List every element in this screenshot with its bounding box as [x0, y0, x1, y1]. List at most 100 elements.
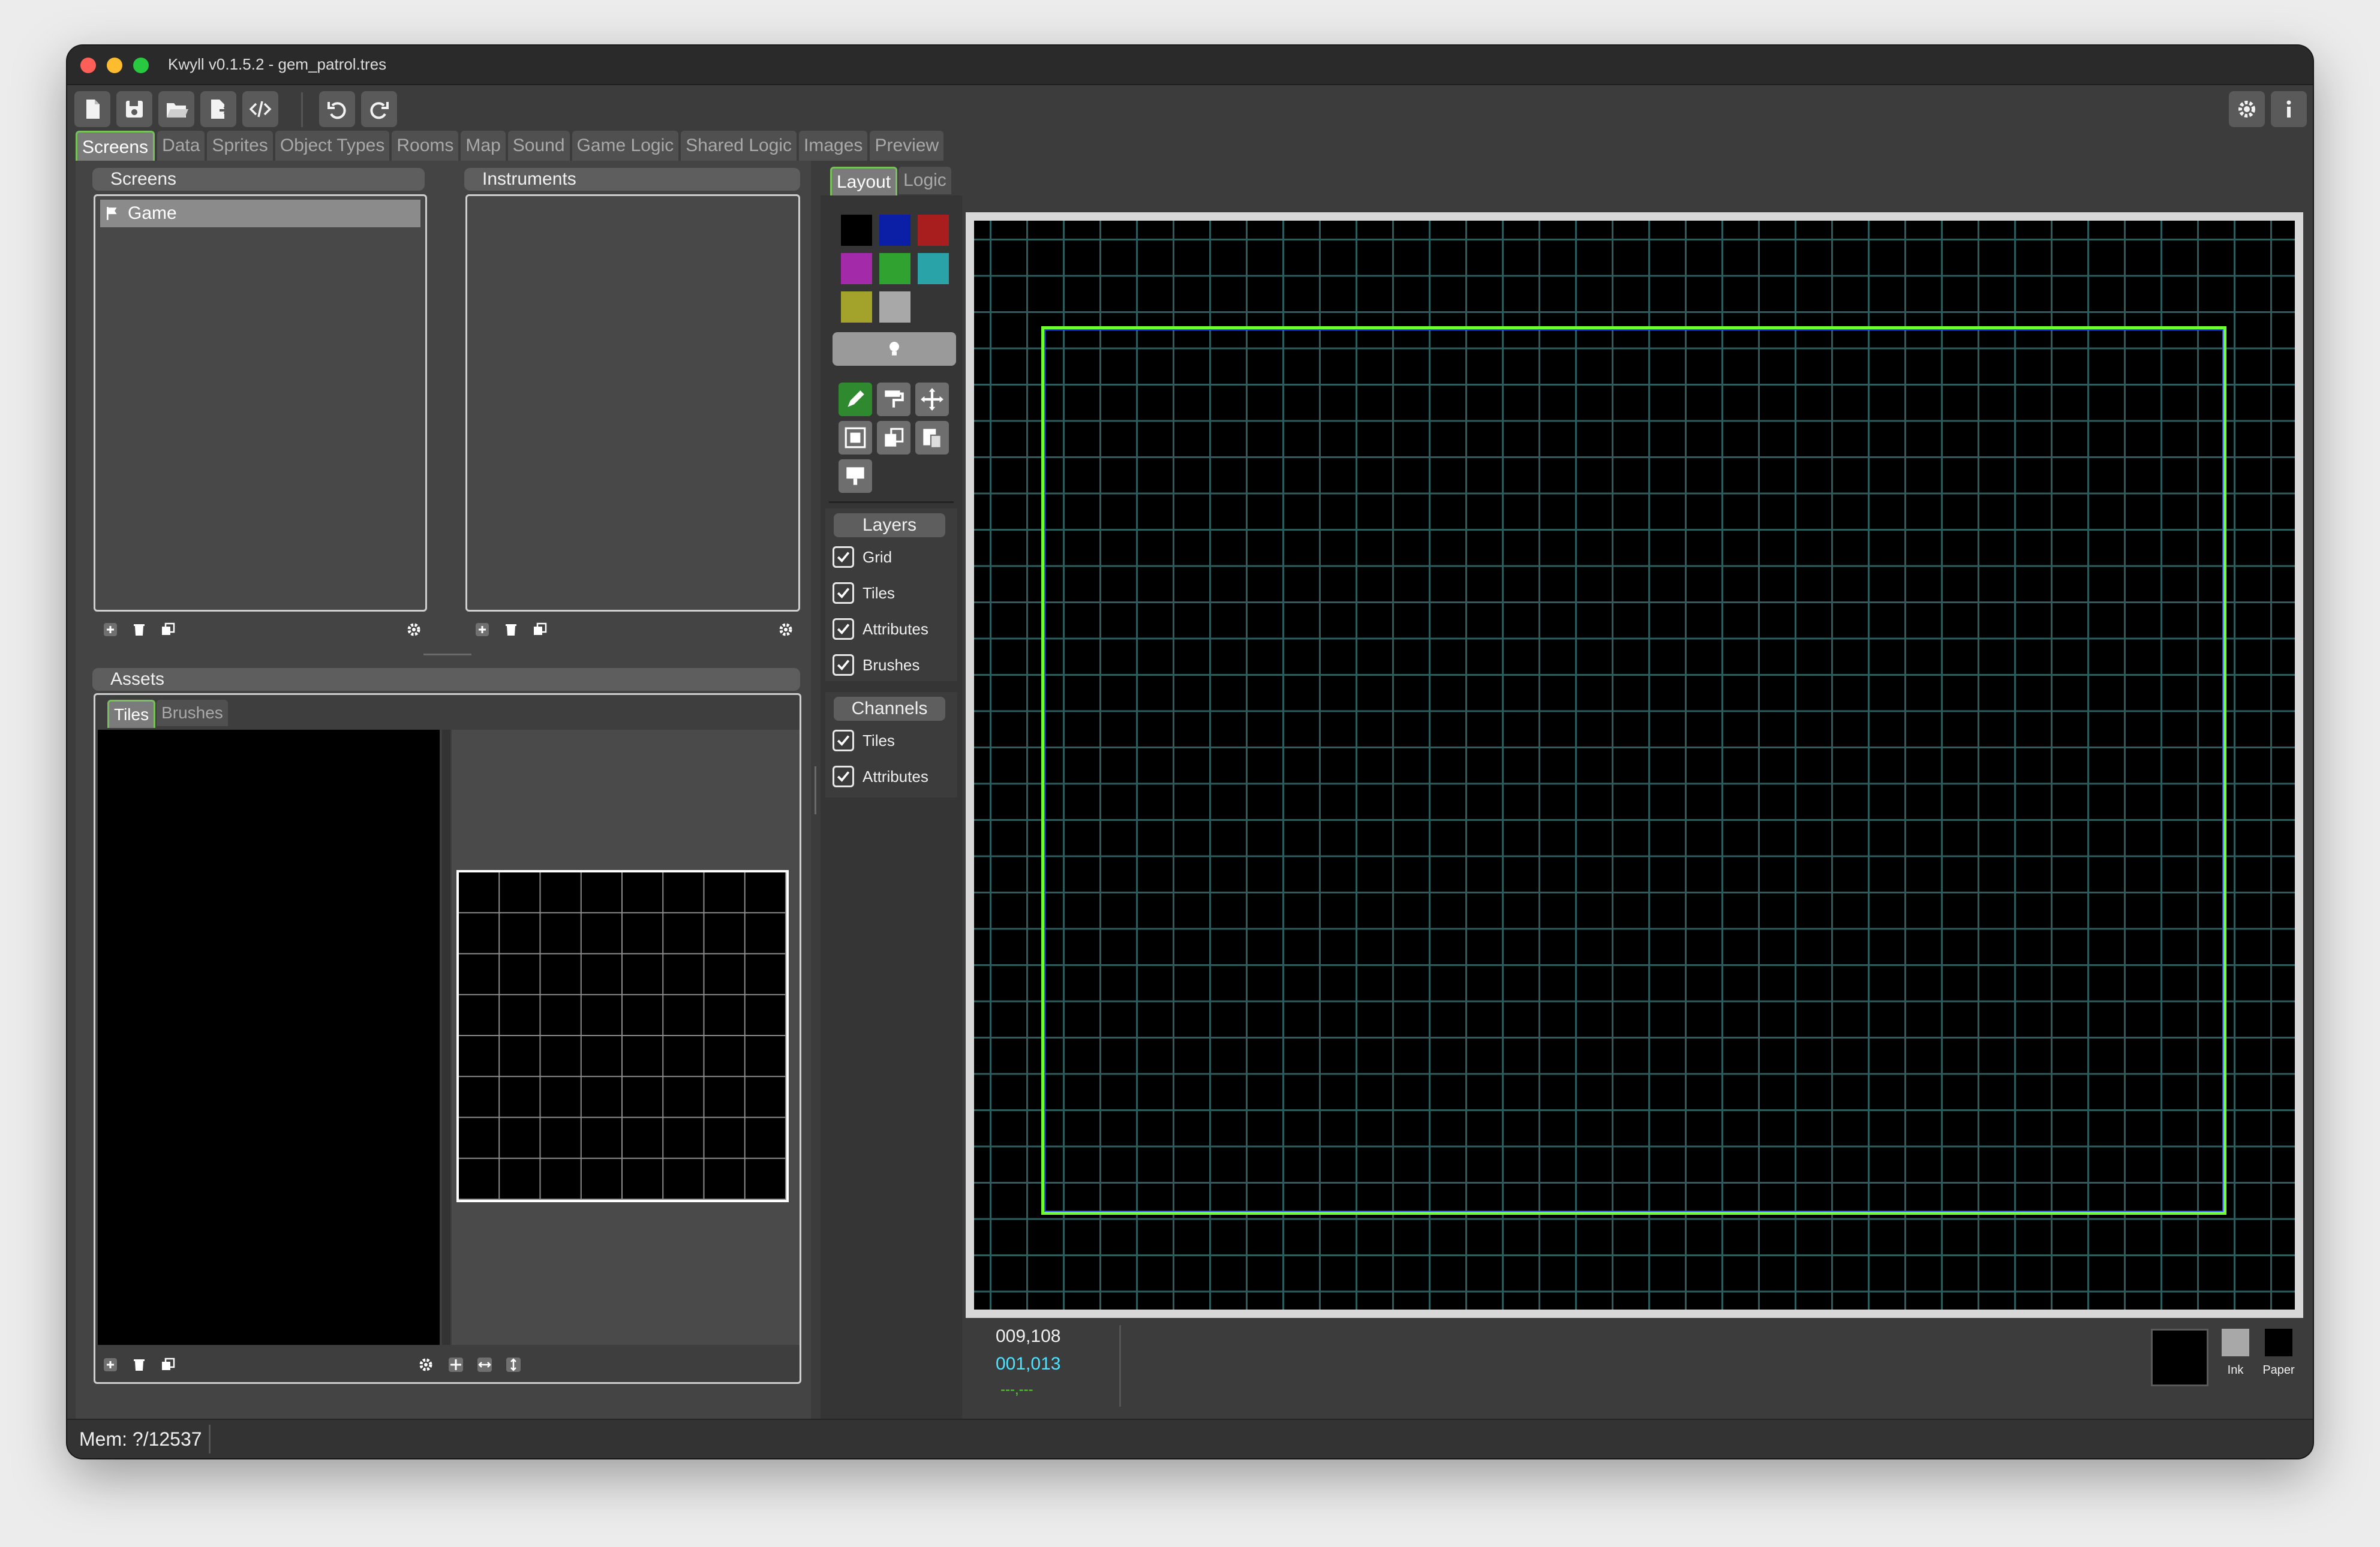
flip-vertical-button[interactable]: [504, 1355, 523, 1374]
add-instrument-button[interactable]: [473, 620, 492, 639]
tab-sprites[interactable]: Sprites: [207, 131, 273, 161]
ink-swatch[interactable]: [2222, 1329, 2249, 1356]
channel-attributes-row[interactable]: Attributes: [833, 762, 928, 791]
plus-icon: [476, 623, 489, 636]
layer-grid-row[interactable]: Grid: [833, 542, 892, 572]
layer-attributes-row[interactable]: Attributes: [833, 614, 928, 644]
minimize-window-button[interactable]: [107, 58, 122, 73]
instruments-header: Instruments: [464, 168, 800, 191]
save-icon: [126, 101, 143, 118]
list-item[interactable]: Game: [100, 200, 420, 227]
channel-tiles-row[interactable]: Tiles: [833, 726, 895, 756]
channel-tiles-label: Tiles: [863, 731, 895, 750]
instrument-settings-button[interactable]: [776, 620, 795, 639]
tile-move-button[interactable]: [446, 1355, 465, 1374]
add-screen-button[interactable]: [101, 620, 120, 639]
palette-green[interactable]: [879, 253, 910, 284]
tab-brushes[interactable]: Brushes: [157, 700, 228, 726]
coord-divider: [1119, 1325, 1121, 1407]
flip-horizontal-button[interactable]: [475, 1355, 494, 1374]
code-button[interactable]: [242, 91, 278, 127]
gear-icon: [419, 1358, 432, 1371]
maximize-window-button[interactable]: [133, 58, 149, 73]
tab-rooms[interactable]: Rooms: [392, 131, 459, 161]
tab-game-logic[interactable]: Game Logic: [572, 131, 679, 161]
tiles-list[interactable]: [98, 730, 440, 1345]
undo-button[interactable]: [319, 91, 355, 127]
lightbulb-icon: [890, 342, 899, 356]
tab-logic[interactable]: Logic: [898, 167, 951, 194]
stamp-tool-button[interactable]: [839, 459, 872, 493]
coord-extra: ---,---: [1000, 1382, 1033, 1398]
checkmark-icon: [837, 552, 850, 563]
tab-images[interactable]: Images: [799, 131, 868, 161]
select-region-tool-button[interactable]: [839, 421, 872, 455]
trash-icon: [134, 1359, 145, 1371]
new-file-button[interactable]: [74, 91, 110, 127]
paper-swatch[interactable]: [2265, 1329, 2292, 1356]
delete-screen-button[interactable]: [130, 620, 149, 639]
paste-tool-button[interactable]: [915, 421, 949, 455]
current-attribute-preview: [2151, 1329, 2208, 1386]
checkmark-icon: [837, 735, 850, 747]
pencil-tool-button[interactable]: [839, 383, 872, 416]
settings-button[interactable]: [2229, 91, 2265, 127]
bright-toggle-button[interactable]: [833, 332, 956, 366]
tab-sound[interactable]: Sound: [507, 131, 570, 161]
screens-list: Game: [94, 194, 427, 612]
tab-shared-logic[interactable]: Shared Logic: [681, 131, 797, 161]
palette-blue[interactable]: [879, 215, 910, 246]
tab-data[interactable]: Data: [157, 131, 205, 161]
assets-box: Tiles Brushes: [94, 693, 801, 1384]
screen-settings-button[interactable]: [404, 620, 423, 639]
tab-screens[interactable]: Screens: [76, 131, 155, 162]
layer-tiles-checkbox[interactable]: [833, 582, 854, 604]
tile-editor-grid[interactable]: [456, 870, 789, 1202]
copy-tool-button[interactable]: [877, 421, 910, 455]
layer-grid-checkbox[interactable]: [833, 546, 854, 568]
status-bar: Mem: ?/12537: [67, 1419, 2313, 1458]
layer-brushes-checkbox[interactable]: [833, 654, 854, 676]
layer-brushes-row[interactable]: Brushes: [833, 650, 919, 680]
tab-map[interactable]: Map: [461, 131, 506, 161]
export-icon: [211, 100, 230, 119]
tab-layout[interactable]: Layout: [830, 167, 898, 196]
layer-grid-label: Grid: [863, 547, 893, 566]
instruments-list: [465, 194, 800, 612]
palette-black[interactable]: [841, 215, 872, 246]
delete-tile-button[interactable]: [130, 1355, 149, 1374]
palette-magenta[interactable]: [841, 253, 872, 284]
open-button[interactable]: [158, 91, 194, 127]
tile-settings-button[interactable]: [416, 1355, 435, 1374]
splitter-handle[interactable]: [423, 654, 471, 655]
paint-roller-icon: [885, 390, 904, 408]
duplicate-instrument-button[interactable]: [530, 620, 549, 639]
layer-tiles-row[interactable]: Tiles: [833, 578, 895, 608]
channel-tiles-checkbox[interactable]: [833, 730, 854, 751]
duplicate-screen-button[interactable]: [158, 620, 178, 639]
palette-yellow[interactable]: [841, 291, 872, 323]
title-bar: Kwyll v0.1.5.2 - gem_patrol.tres: [67, 46, 2313, 85]
export-button[interactable]: [200, 91, 236, 127]
tab-object-types[interactable]: Object Types: [275, 131, 390, 161]
channel-attributes-checkbox[interactable]: [833, 766, 854, 787]
tile-scrollbar[interactable]: [442, 730, 450, 1345]
move-tool-button[interactable]: [915, 383, 949, 416]
toolbar-separator: [301, 92, 303, 127]
save-button[interactable]: [116, 91, 152, 127]
paint-roller-tool-button[interactable]: [877, 383, 910, 416]
palette-red[interactable]: [918, 215, 949, 246]
coord-cell: 001,013: [996, 1354, 1061, 1374]
tab-tiles[interactable]: Tiles: [107, 700, 156, 728]
tab-preview[interactable]: Preview: [870, 131, 944, 161]
delete-instrument-button[interactable]: [501, 620, 521, 639]
add-tile-button[interactable]: [101, 1355, 120, 1374]
vertical-splitter[interactable]: [815, 766, 816, 814]
info-button[interactable]: [2271, 91, 2307, 127]
layer-attributes-checkbox[interactable]: [833, 618, 854, 640]
palette-cyan[interactable]: [918, 253, 949, 284]
duplicate-tile-button[interactable]: [158, 1355, 178, 1374]
palette-white[interactable]: [879, 291, 910, 323]
close-window-button[interactable]: [80, 58, 96, 73]
redo-button[interactable]: [361, 91, 397, 127]
